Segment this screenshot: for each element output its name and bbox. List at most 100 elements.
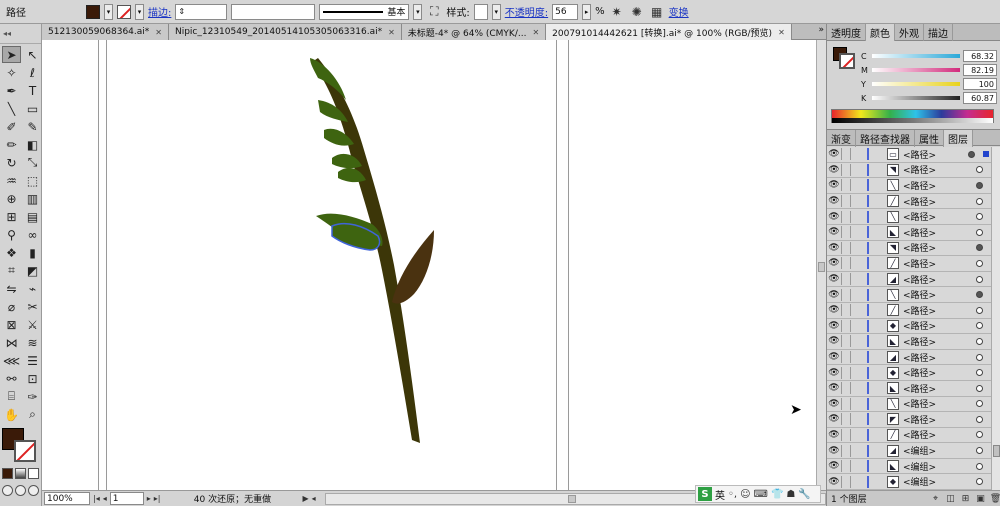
visibility-eye-icon[interactable]: 👁 (827, 274, 841, 284)
lock-toggle[interactable] (841, 428, 851, 441)
target-icon[interactable] (976, 384, 983, 392)
layer-row[interactable]: 👁 ◣ <编组> (827, 459, 991, 475)
punctuation-icon[interactable]: ◦, (728, 489, 737, 500)
target-icon[interactable] (976, 291, 983, 299)
lock-toggle[interactable] (841, 397, 851, 410)
visibility-eye-icon[interactable]: 👁 (827, 258, 841, 268)
new-layer-icon[interactable]: ▣ (975, 493, 986, 504)
visibility-eye-icon[interactable]: 👁 (827, 227, 841, 237)
direct-selection-tool-icon[interactable]: ↖ (23, 46, 42, 63)
pencil-tool-icon[interactable]: ✎ (23, 118, 42, 135)
close-tab-icon[interactable]: ✕ (388, 28, 395, 37)
layers-panel-tab[interactable]: 渐变 (827, 130, 856, 147)
zoom-tool-icon[interactable]: ⌕ (23, 406, 42, 423)
type-tool-icon[interactable]: T (23, 82, 42, 99)
skin-icon[interactable]: 👕 (771, 489, 783, 500)
channel-value-input[interactable]: 68.32 (963, 50, 997, 62)
visibility-eye-icon[interactable]: 👁 (827, 383, 841, 393)
target-icon[interactable] (976, 275, 983, 283)
emoji-icon[interactable]: ☺ (740, 489, 750, 500)
status-menu-button[interactable]: ▶ (302, 494, 308, 503)
stroke-dropdown[interactable]: ▾ (135, 3, 144, 20)
lock-toggle[interactable] (841, 210, 851, 223)
lock-toggle[interactable] (841, 163, 851, 176)
warp-tool-icon[interactable]: ♒ (2, 172, 21, 189)
blend-tool-icon[interactable]: ∞ (23, 226, 42, 243)
selection-tool-icon[interactable]: ➤ (2, 46, 21, 63)
lock-toggle[interactable] (841, 195, 851, 208)
channel-slider[interactable] (872, 68, 960, 72)
visibility-eye-icon[interactable]: 👁 (827, 352, 841, 362)
target-icon[interactable] (976, 228, 983, 236)
canvas-vertical-scrollbar[interactable] (816, 40, 826, 490)
graphic-style-dropdown[interactable]: ▾ (491, 3, 501, 20)
scale-tool-icon[interactable]: ⤡ (23, 154, 42, 171)
visibility-eye-icon[interactable]: 👁 (827, 180, 841, 190)
slice-tool-icon[interactable]: ◩ (23, 262, 42, 279)
layer-row[interactable]: 👁 ╲ <路径> (827, 209, 991, 225)
layer-row[interactable]: 👁 ◆ <编组> (827, 474, 991, 490)
stroke-link[interactable]: 描边: (148, 4, 171, 19)
target-icon[interactable] (976, 462, 983, 470)
layer-name[interactable]: <路径> (903, 335, 976, 348)
paintbrush-tool-icon[interactable]: ✐ (2, 118, 21, 135)
visibility-eye-icon[interactable]: 👁 (827, 165, 841, 175)
color-panel-tab[interactable]: 颜色 (866, 24, 895, 41)
document-tab[interactable]: 未标题-4* @ 64% (CMYK/... ✕ (401, 24, 547, 40)
gradient-tool-icon[interactable]: ▤ (23, 208, 42, 225)
layer-row[interactable]: 👁 ◣ <路径> (827, 381, 991, 397)
mesh-tool-icon[interactable]: ⊞ (2, 208, 21, 225)
target-icon[interactable] (976, 213, 983, 221)
first-artboard-button[interactable]: |◂ (93, 494, 100, 503)
visibility-eye-icon[interactable]: 👁 (827, 477, 841, 487)
layer-row[interactable]: 👁 ◣ <路径> (827, 225, 991, 241)
layers-panel-tab[interactable]: 图层 (944, 130, 973, 147)
fill-dropdown[interactable]: ▾ (104, 3, 113, 20)
layer-name[interactable]: <路径> (903, 351, 976, 364)
color-panel-tab[interactable]: 描边 (924, 24, 953, 41)
lock-toggle[interactable] (841, 179, 851, 192)
layer-name[interactable]: <路径> (903, 163, 976, 176)
blob-brush-tool-icon[interactable]: ✏ (2, 136, 21, 153)
graphic-style-swatch[interactable] (473, 3, 488, 20)
color-panel-stroke[interactable] (839, 53, 855, 69)
document-tab[interactable]: Nipic_12310549_20140514105305063316.ai* ✕ (168, 24, 402, 40)
layer-name[interactable]: <路径> (903, 413, 976, 426)
rectangle-tool-icon[interactable]: ▭ (23, 100, 42, 117)
draw-behind-button[interactable] (15, 485, 26, 496)
layer-name[interactable]: <路径> (903, 226, 976, 239)
lasso-tool-icon[interactable]: ℓ (23, 64, 42, 81)
visibility-eye-icon[interactable]: 👁 (827, 321, 841, 331)
lock-toggle[interactable] (841, 273, 851, 286)
last-artboard-button[interactable]: ▸| (154, 494, 161, 503)
bloat-tool-icon[interactable]: ⋘ (2, 352, 21, 369)
horizontal-scroll-thumb[interactable] (567, 494, 576, 503)
brush-definition-select[interactable]: 基本 (319, 3, 410, 20)
color-panel-tab[interactable]: 外观 (895, 24, 924, 41)
layers-panel-tab[interactable]: 路径查找器 (856, 130, 915, 147)
layer-row[interactable]: 👁 ╱ <路径> (827, 303, 991, 319)
recolor-icon[interactable]: ✷ (609, 4, 625, 20)
prev-artboard-button[interactable]: ◂ (103, 494, 107, 503)
artboard-tool-icon[interactable]: ⌗ (2, 262, 21, 279)
symbol-icon[interactable]: ✺ (629, 4, 645, 20)
new-sublayer-icon[interactable]: ⊞ (960, 493, 971, 504)
target-icon[interactable] (968, 150, 975, 158)
lock-toggle[interactable] (841, 366, 851, 379)
target-icon[interactable] (976, 400, 983, 408)
free-transform-tool-icon[interactable]: ⬚ (23, 172, 42, 189)
layer-name[interactable]: <路径> (903, 382, 976, 395)
layer-row[interactable]: 👁 ╱ <路径> (827, 194, 991, 210)
layer-row[interactable]: 👁 ╲ <路径> (827, 287, 991, 303)
close-tab-icon[interactable]: ✕ (155, 28, 162, 37)
layer-row[interactable]: 👁 ◢ <路径> (827, 272, 991, 288)
draw-normal-button[interactable] (2, 485, 13, 496)
document-tab[interactable]: 200791014442621 [转换].ai* @ 100% (RGB/预览)… (546, 24, 792, 40)
print-tiling-tool-icon[interactable]: ⌸ (2, 388, 21, 405)
pen-tool-icon[interactable]: ✒ (2, 82, 21, 99)
perspective-grid-tool-icon[interactable]: ▥ (23, 190, 42, 207)
target-icon[interactable] (976, 337, 983, 345)
visibility-eye-icon[interactable]: 👁 (827, 149, 841, 159)
width-tool-icon[interactable]: ⇋ (2, 280, 21, 297)
stroke-swatch[interactable] (117, 4, 131, 19)
